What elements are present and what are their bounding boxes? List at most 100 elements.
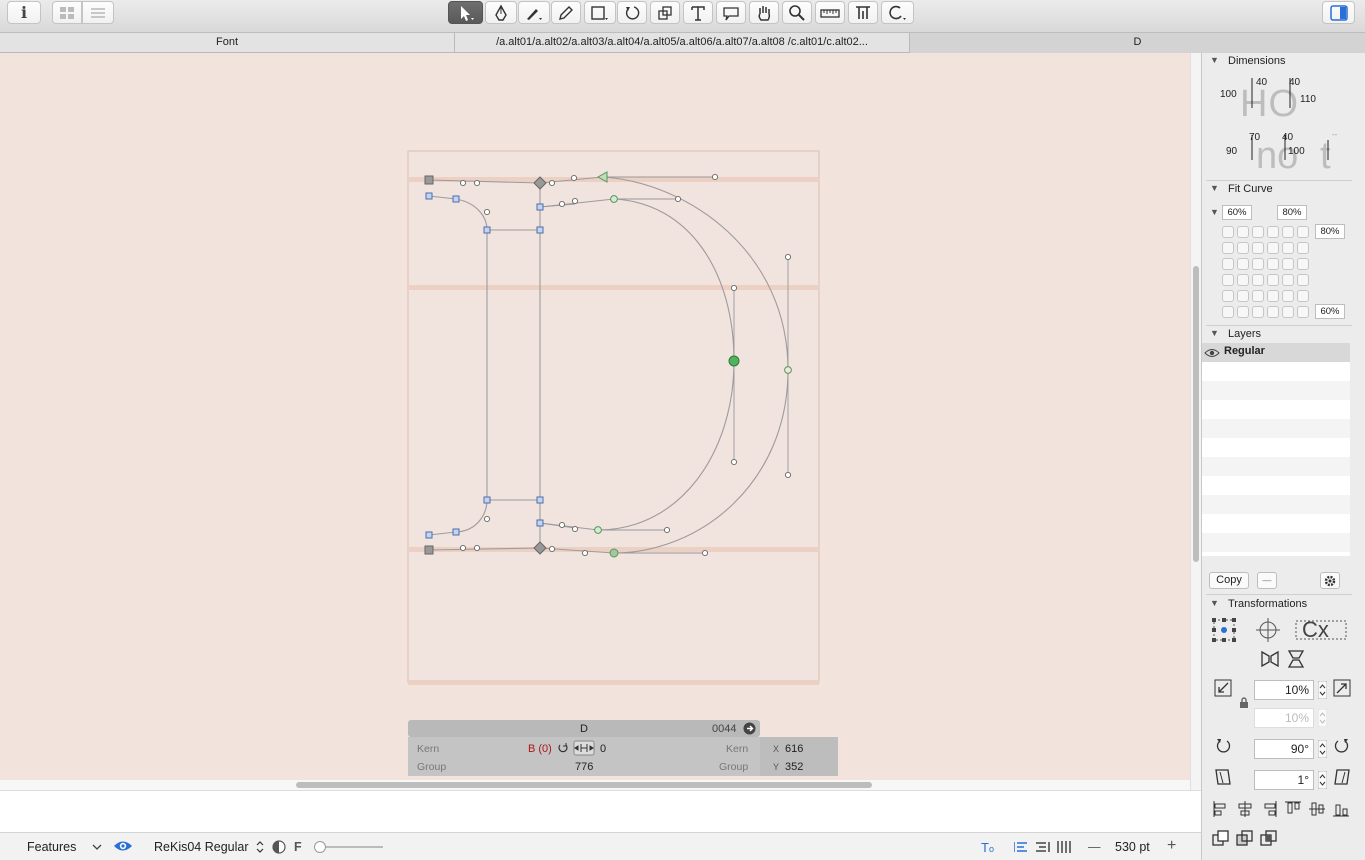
contrast-icon[interactable] — [272, 840, 286, 854]
measure-tool-button[interactable] — [815, 1, 845, 24]
fit-curve-cell[interactable] — [1222, 226, 1234, 238]
fit-curve-cell[interactable] — [1252, 274, 1264, 286]
hand-tool-button[interactable] — [749, 1, 779, 24]
lower-left-value[interactable]: 90 — [1226, 146, 1237, 157]
unicode-label[interactable]: 0044 — [712, 723, 736, 735]
boolean-union-icon[interactable] — [1212, 830, 1230, 848]
metric-box-icon[interactable]: Cx — [1294, 618, 1348, 642]
fit-curve-cell[interactable] — [1252, 226, 1264, 238]
fit-curve-cell[interactable] — [1222, 290, 1234, 302]
eye-icon[interactable] — [1204, 348, 1220, 358]
disclosure-triangle-icon[interactable]: ▼ — [1210, 207, 1219, 217]
upper-left-value[interactable]: 100 — [1220, 89, 1237, 100]
primitives-tool-button[interactable] — [584, 1, 616, 24]
lower-stem-1-value[interactable]: 70 — [1249, 132, 1260, 143]
annotation-tool-button[interactable] — [716, 1, 746, 24]
lower-stem-2-value[interactable]: 40 — [1282, 132, 1293, 143]
rotate-cw-icon[interactable] — [1333, 737, 1351, 755]
align-hcenter-icon[interactable] — [1236, 800, 1254, 818]
rotate-ccw-icon[interactable] — [1214, 737, 1232, 755]
width-handle-icon[interactable] — [573, 740, 595, 756]
fit-curve-cell[interactable] — [1237, 258, 1249, 270]
fit-curve-cell[interactable] — [1252, 290, 1264, 302]
width-value[interactable]: 776 — [575, 761, 593, 773]
upper-stem-2-value[interactable]: 40 — [1289, 77, 1300, 88]
fit-curve-min-field[interactable]: 60% — [1222, 205, 1252, 220]
fit-curve-cell[interactable] — [1282, 274, 1294, 286]
fit-curve-cell[interactable] — [1237, 290, 1249, 302]
select-tool-button[interactable] — [448, 1, 483, 24]
upper-right-value[interactable]: 110 — [1300, 94, 1316, 105]
preview-size-slider[interactable] — [313, 840, 383, 854]
knife-tool-button[interactable] — [881, 1, 914, 24]
lower-t-value[interactable]: -- — [1332, 130, 1337, 139]
fit-curve-cell[interactable] — [1282, 226, 1294, 238]
zoom-in-button[interactable]: + — [1167, 837, 1176, 855]
stepper-icon[interactable] — [1318, 740, 1327, 758]
align-right-edges-icon[interactable] — [1260, 800, 1278, 818]
fit-curve-cell[interactable] — [1252, 306, 1264, 318]
zoom-tool-button[interactable] — [782, 1, 812, 24]
chevron-down-icon[interactable] — [92, 844, 102, 852]
horizontal-scrollbar[interactable] — [0, 780, 1190, 790]
fit-curve-cell[interactable] — [1237, 274, 1249, 286]
upper-stem-1-value[interactable]: 40 — [1256, 77, 1267, 88]
fit-curve-side-bottom-field[interactable]: 60% — [1315, 304, 1345, 319]
fit-curve-cell[interactable] — [1282, 258, 1294, 270]
x-coordinate-value[interactable]: 616 — [785, 743, 803, 755]
text-tool-button[interactable] — [683, 1, 713, 24]
fit-curve-cell[interactable] — [1222, 274, 1234, 286]
fit-curve-cell[interactable] — [1282, 306, 1294, 318]
tab-edit-text[interactable]: /a.alt01/a.alt02/a.alt03/a.alt04/a.alt05… — [455, 33, 910, 53]
stepper-icon[interactable] — [1318, 681, 1327, 699]
left-sidebearing-value[interactable]: B (0) — [528, 743, 552, 755]
master-popup[interactable]: ReKis04 Regular — [154, 840, 249, 854]
right-sidebearing-value[interactable]: 0 — [600, 743, 606, 755]
lower-right-value[interactable]: 100 — [1288, 146, 1305, 157]
fit-curve-cell[interactable] — [1222, 306, 1234, 318]
align-left-edges-icon[interactable] — [1212, 800, 1230, 818]
scale-down-icon[interactable] — [1214, 679, 1232, 697]
stepper-icon[interactable] — [1318, 771, 1327, 789]
fit-curve-max-field[interactable]: 80% — [1277, 205, 1307, 220]
eye-icon[interactable] — [113, 839, 133, 853]
fit-curve-cell[interactable] — [1222, 242, 1234, 254]
zoom-level-field[interactable]: 530 pt — [1115, 840, 1150, 854]
fit-curve-side-top-field[interactable]: 80% — [1315, 224, 1345, 239]
grid-view-button[interactable] — [52, 1, 82, 24]
remove-layer-button[interactable]: — — [1257, 572, 1277, 589]
link-metrics-icon[interactable] — [557, 742, 569, 754]
text-options-icon[interactable]: To — [981, 840, 999, 854]
layer-name[interactable]: Regular — [1224, 345, 1265, 357]
align-vcenter-icon[interactable] — [1308, 800, 1326, 818]
transform-origin-icon[interactable] — [1212, 618, 1236, 642]
disclosure-triangle-icon[interactable]: ▼ — [1210, 598, 1219, 608]
fit-curve-cell[interactable] — [1252, 242, 1264, 254]
list-view-button[interactable] — [82, 1, 114, 24]
fit-curve-cell[interactable] — [1297, 290, 1309, 302]
tab-font[interactable]: Font — [0, 33, 455, 53]
disclosure-triangle-icon[interactable]: ▼ — [1210, 183, 1219, 193]
up-down-chevron-icon[interactable] — [256, 840, 264, 854]
features-popup[interactable]: Features — [27, 840, 76, 854]
slant-field[interactable]: 1° — [1254, 770, 1314, 790]
layer-options-button[interactable] — [1320, 572, 1340, 589]
boolean-intersect-icon[interactable] — [1260, 830, 1278, 848]
glyph-name-label[interactable]: D — [580, 723, 588, 735]
scale-up-icon[interactable] — [1333, 679, 1351, 697]
stepper-icon[interactable] — [1318, 709, 1327, 727]
lock-icon[interactable] — [1239, 697, 1249, 709]
fit-curve-cell[interactable] — [1237, 242, 1249, 254]
fit-curve-cell[interactable] — [1297, 274, 1309, 286]
crosshair-icon[interactable] — [1256, 618, 1280, 642]
flip-horizontal-icon[interactable] — [1261, 650, 1279, 668]
sidebar-toggle-button[interactable] — [1322, 1, 1355, 24]
align-bottom-edges-icon[interactable] — [1332, 800, 1350, 818]
scale-field[interactable]: 10% — [1254, 680, 1314, 700]
scale-tool-button[interactable] — [650, 1, 680, 24]
fit-curve-cell[interactable] — [1282, 290, 1294, 302]
pencil-tool-button[interactable] — [551, 1, 581, 24]
slant-left-icon[interactable] — [1214, 768, 1232, 786]
y-coordinate-value[interactable]: 352 — [785, 761, 803, 773]
fit-curve-cell[interactable] — [1297, 306, 1309, 318]
